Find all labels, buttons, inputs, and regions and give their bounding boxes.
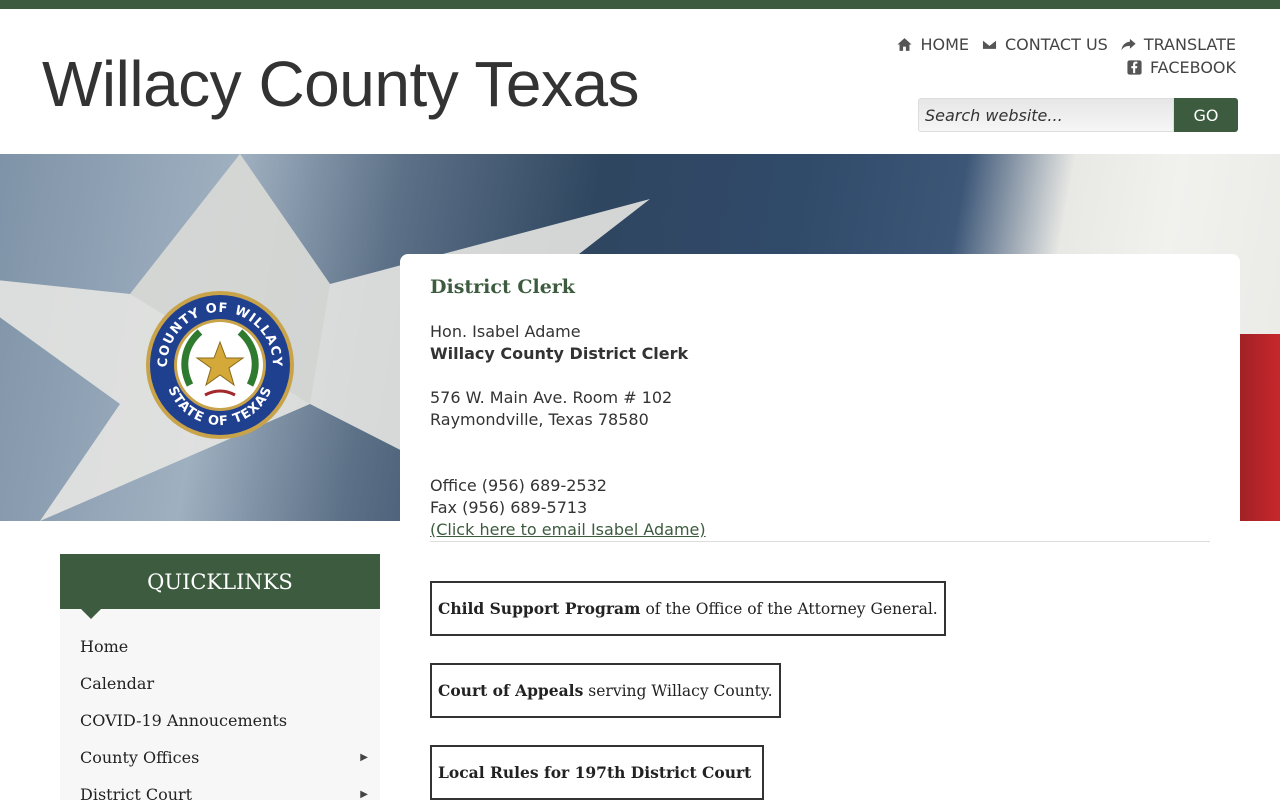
clerk-role: Willacy County District Clerk — [430, 344, 689, 363]
nav-home-label: HOME — [920, 35, 969, 54]
content-card: District Clerk Hon. Isabel Adame Willacy… — [400, 254, 1240, 800]
search-form: GO — [918, 98, 1238, 132]
quicklink-label: COVID-19 Annoucements — [80, 711, 288, 730]
court-of-appeals-link-bold: Court of Appeals — [438, 681, 584, 700]
nav-translate-label: TRANSLATE — [1143, 35, 1236, 54]
quicklink-label: Home — [80, 637, 129, 656]
quicklink-label: County Offices — [80, 748, 200, 767]
court-of-appeals-link[interactable]: Court of Appeals serving Willacy County. — [430, 663, 781, 718]
quicklink-county-offices[interactable]: County Offices ▶ — [60, 739, 380, 776]
top-nav-secondary: FACEBOOK — [1126, 58, 1236, 77]
clerk-name: Hon. Isabel Adame — [430, 322, 581, 341]
county-seal-logo: COUNTY OF WILLACY STATE OF TEXAS — [146, 291, 294, 439]
top-accent-bar — [0, 0, 1280, 9]
nav-contact-label: CONTACT US — [1004, 35, 1108, 54]
nav-facebook-label: FACEBOOK — [1149, 58, 1236, 77]
child-support-link-text: of the Office of the Attorney General. — [645, 599, 938, 618]
envelope-icon — [981, 39, 998, 50]
chevron-right-icon: ▶ — [360, 789, 368, 800]
search-go-button[interactable]: GO — [1174, 98, 1238, 132]
local-rules-link-bold: Local Rules for 197th District Court — [438, 763, 752, 782]
quicklink-calendar[interactable]: Calendar — [60, 665, 380, 702]
chevron-right-icon: ▶ — [360, 752, 368, 763]
nav-translate-link[interactable]: TRANSLATE — [1120, 35, 1236, 54]
clerk-info: Hon. Isabel Adame Willacy County Distric… — [430, 321, 706, 541]
share-arrow-icon — [1121, 38, 1136, 51]
home-icon — [897, 38, 913, 51]
facebook-icon — [1127, 60, 1142, 75]
child-support-link-bold: Child Support Program — [438, 599, 641, 618]
quicklinks-list: Home Calendar COVID-19 Annoucements Coun… — [60, 609, 380, 800]
quicklinks-panel: QUICKLINKS Home Calendar COVID-19 Annouc… — [60, 554, 380, 800]
fax-number: Fax (956) 689-5713 — [430, 498, 588, 517]
office-phone: Office (956) 689-2532 — [430, 476, 607, 495]
local-rules-link[interactable]: Local Rules for 197th District Court — [430, 745, 765, 800]
quicklink-district-court[interactable]: District Court ▶ — [60, 776, 380, 800]
nav-home-link[interactable]: HOME — [896, 35, 969, 54]
child-support-link[interactable]: Child Support Program of the Office of t… — [430, 581, 946, 636]
nav-facebook-link[interactable]: FACEBOOK — [1126, 58, 1236, 77]
site-title[interactable]: Willacy County Texas — [42, 47, 640, 121]
quicklink-label: District Court — [80, 785, 193, 800]
address-line-2: Raymondville, Texas 78580 — [430, 410, 649, 429]
address-line-1: 576 W. Main Ave. Room # 102 — [430, 388, 673, 407]
nav-contact-link[interactable]: CONTACT US — [981, 35, 1108, 54]
quicklink-covid[interactable]: COVID-19 Annoucements — [60, 702, 380, 739]
top-nav: HOME CONTACT US TRANSLATE — [896, 35, 1236, 54]
quicklinks-title: QUICKLINKS — [60, 554, 380, 619]
page-title: District Clerk — [430, 276, 575, 298]
court-of-appeals-link-text: serving Willacy County. — [588, 681, 773, 700]
email-clerk-link[interactable]: (Click here to email Isabel Adame) — [430, 520, 706, 539]
search-input[interactable] — [918, 98, 1174, 132]
quicklink-home[interactable]: Home — [60, 628, 380, 665]
site-header: Willacy County Texas HOME CONTACT US TRA… — [0, 9, 1280, 154]
quicklink-label: Calendar — [80, 674, 155, 693]
divider — [430, 541, 1210, 542]
